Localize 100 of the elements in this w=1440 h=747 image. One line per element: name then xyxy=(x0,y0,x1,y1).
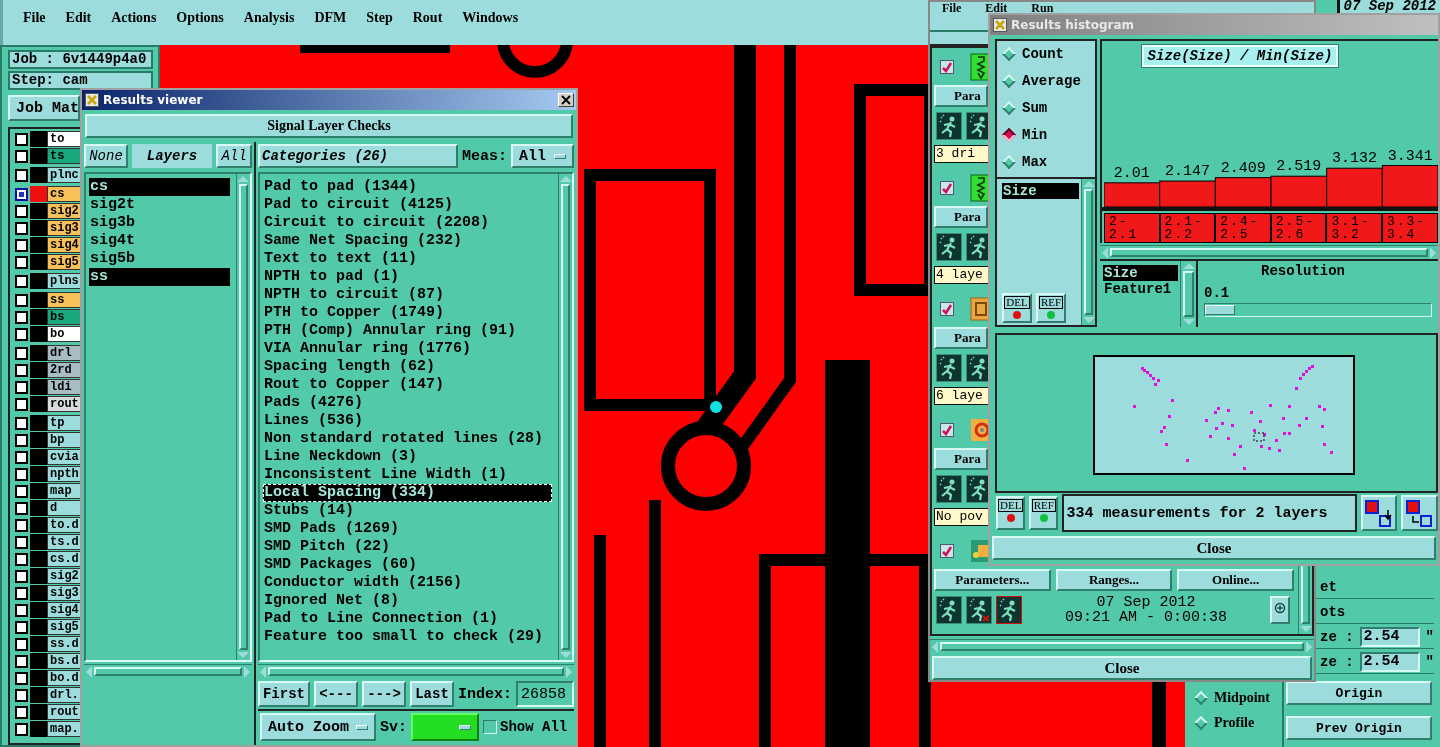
layer-name[interactable]: to xyxy=(47,131,81,147)
category-item[interactable]: Local Spacing (334) xyxy=(263,484,552,502)
layer-name[interactable]: ts.d xyxy=(47,534,81,550)
vertical-scrollbar[interactable] xyxy=(558,174,572,660)
layer-name[interactable]: map xyxy=(47,483,81,499)
color-dropdown[interactable] xyxy=(411,713,479,741)
layer-name[interactable]: tp xyxy=(47,415,81,431)
category-item[interactable]: Feature too small to check (29) xyxy=(263,628,552,646)
layer-list-item[interactable]: sig2t xyxy=(89,196,230,214)
zoom-dropdown[interactable]: Auto Zoom xyxy=(260,713,376,741)
checkbox[interactable] xyxy=(14,518,28,532)
running-figure-icon[interactable] xyxy=(936,233,962,261)
attribute-list-item[interactable]: Feature1 xyxy=(1103,281,1178,297)
checkbox[interactable] xyxy=(14,501,28,515)
checkbox[interactable] xyxy=(14,416,28,430)
checkbox[interactable] xyxy=(14,397,28,411)
layer-list-item[interactable]: sig4t xyxy=(89,232,230,250)
layer-name[interactable]: ts xyxy=(47,148,81,164)
vertical-scrollbar[interactable] xyxy=(1180,261,1196,327)
category-item[interactable]: SMD Packages (60) xyxy=(263,556,552,574)
category-item[interactable]: VIA Annular ring (1776) xyxy=(263,340,552,358)
checkbox[interactable] xyxy=(14,450,28,464)
horizontal-scrollbar[interactable] xyxy=(930,639,1314,653)
vertical-scrollbar[interactable] xyxy=(236,174,250,660)
layer-name[interactable]: sig4 xyxy=(47,237,81,253)
checkbox[interactable] xyxy=(14,327,28,341)
checkbox[interactable] xyxy=(940,544,954,558)
checkbox[interactable] xyxy=(14,654,28,668)
navigation-button[interactable]: Last xyxy=(410,681,454,707)
slider-thumb[interactable] xyxy=(1205,305,1235,315)
all-button[interactable]: All xyxy=(216,144,252,168)
checkbox[interactable] xyxy=(14,484,28,498)
menu-item[interactable]: Analysis xyxy=(243,10,295,45)
checkbox[interactable] xyxy=(14,467,28,481)
layer-name[interactable]: map. xyxy=(47,721,81,737)
checkbox[interactable] xyxy=(14,722,28,736)
show-all-checkbox[interactable]: Show All xyxy=(483,713,568,741)
layer-list-item[interactable]: sig3b xyxy=(89,214,230,232)
meas-dropdown[interactable]: All xyxy=(511,144,574,168)
category-item[interactable]: Ignored Net (8) xyxy=(263,592,552,610)
running-figure-icon[interactable] xyxy=(936,112,962,140)
category-item[interactable]: Rout to Copper (147) xyxy=(263,376,552,394)
parameters-button[interactable]: Para xyxy=(934,206,988,228)
running-figure-icon[interactable] xyxy=(996,596,1022,624)
checkbox[interactable] xyxy=(14,255,28,269)
checkbox[interactable] xyxy=(14,221,28,235)
category-item[interactable]: SMD Pitch (22) xyxy=(263,538,552,556)
checkbox[interactable] xyxy=(14,363,28,377)
close-button[interactable]: Close xyxy=(992,536,1436,560)
running-figure-icon[interactable] xyxy=(936,354,962,382)
layer-name[interactable]: drl. xyxy=(47,687,81,703)
layer-name[interactable]: cvia xyxy=(47,449,81,465)
origin-button[interactable]: Prev Origin xyxy=(1286,716,1432,740)
layer-name[interactable]: sig3 xyxy=(47,585,81,601)
chart-swap-button[interactable] xyxy=(1401,495,1438,531)
checkbox[interactable] xyxy=(14,603,28,617)
none-button[interactable]: None xyxy=(84,144,128,168)
menu-item[interactable]: DFM xyxy=(314,10,347,45)
navigation-button[interactable]: ---> xyxy=(362,681,406,707)
checkbox[interactable] xyxy=(14,149,28,163)
layer-name[interactable]: sig3 xyxy=(47,220,81,236)
menu-item[interactable]: Edit xyxy=(985,2,1008,14)
category-item[interactable]: Non standard rotated lines (28) xyxy=(263,430,552,448)
navigation-button[interactable]: First xyxy=(258,681,310,707)
category-item[interactable]: Pad to pad (1344) xyxy=(263,178,552,196)
parameters-button[interactable]: Online... xyxy=(1177,569,1294,591)
delete-button[interactable]: DEL xyxy=(1002,293,1032,323)
checkbox[interactable] xyxy=(14,637,28,651)
checkbox[interactable] xyxy=(14,569,28,583)
close-button[interactable]: Close xyxy=(932,656,1312,680)
menu-item[interactable]: Options xyxy=(176,10,224,45)
layer-name[interactable]: sig2 xyxy=(47,568,81,584)
checkbox[interactable] xyxy=(14,238,28,252)
parameters-button[interactable]: Para xyxy=(934,85,988,107)
running-figure-icon[interactable] xyxy=(966,596,992,624)
checkbox[interactable] xyxy=(14,705,28,719)
layer-name[interactable]: cs xyxy=(47,186,81,202)
category-item[interactable]: NPTH to pad (1) xyxy=(263,268,552,286)
category-item[interactable]: Stubs (14) xyxy=(263,502,552,520)
categories-button[interactable]: Categories (26) xyxy=(258,144,458,168)
layer-list-item[interactable]: sig5b xyxy=(89,250,230,268)
input-field[interactable]: 2.54 xyxy=(1359,626,1420,647)
category-item[interactable]: Lines (536) xyxy=(263,412,552,430)
menu-item[interactable]: Windows xyxy=(462,10,519,45)
layer-name[interactable]: bp xyxy=(47,432,81,448)
delete-button[interactable]: DEL xyxy=(996,496,1026,530)
layer-name[interactable]: bo.d xyxy=(47,670,81,686)
chart-swap-button[interactable] xyxy=(1360,495,1398,531)
origin-button[interactable]: Origin xyxy=(1286,681,1432,705)
zoom-button[interactable] xyxy=(1270,596,1290,624)
menu-item[interactable]: Step xyxy=(366,10,393,45)
category-item[interactable]: SMD Pads (1269) xyxy=(263,520,552,538)
category-item[interactable]: Conductor width (2156) xyxy=(263,574,552,592)
layer-name[interactable]: 2rd xyxy=(47,362,81,378)
layer-name[interactable]: sig5 xyxy=(47,619,81,635)
checkbox[interactable] xyxy=(14,293,28,307)
layer-list-item[interactable]: ss xyxy=(89,268,230,286)
layer-name[interactable]: bs xyxy=(47,309,81,325)
checkbox[interactable] xyxy=(14,535,28,549)
checkbox[interactable] xyxy=(14,671,28,685)
